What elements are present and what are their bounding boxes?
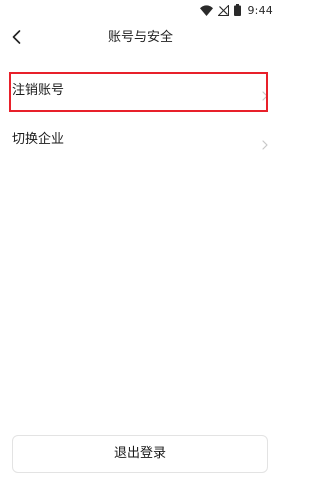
chevron-left-icon <box>12 29 21 48</box>
nav-bar: 账号与安全 <box>0 22 281 54</box>
chevron-right-icon <box>262 135 268 150</box>
menu-item-label: 切换企业 <box>12 132 65 147</box>
no-signal-icon <box>218 4 230 16</box>
status-bar: 9:44 <box>0 0 281 20</box>
back-button[interactable] <box>4 24 28 52</box>
page-title: 账号与安全 <box>107 30 173 45</box>
status-time: 9:44 <box>247 3 273 17</box>
menu-item-label: 注销账号 <box>12 83 65 98</box>
logout-button[interactable]: 退出登录 <box>12 435 268 473</box>
menu-item-cancel-account[interactable]: 注销账号 <box>0 72 281 110</box>
menu-item-switch-enterprise[interactable]: 切换企业 <box>0 121 281 159</box>
status-icons: 9:44 <box>200 2 273 18</box>
chevron-right-icon <box>262 86 268 101</box>
wifi-icon <box>200 4 214 16</box>
battery-icon <box>234 4 242 16</box>
